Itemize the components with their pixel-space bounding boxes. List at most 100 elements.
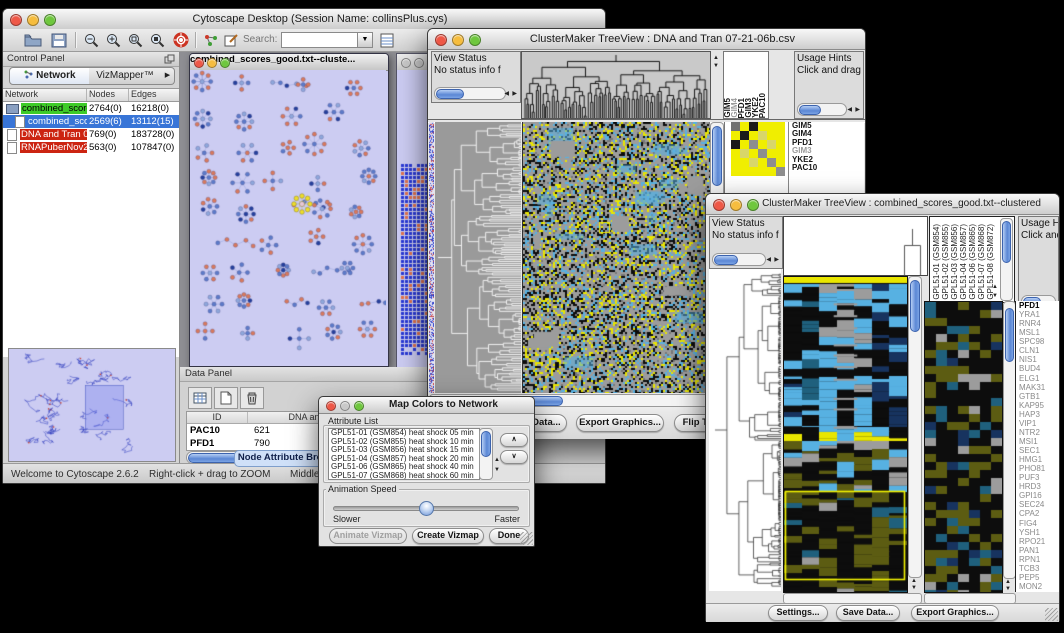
matrix-cell[interactable] bbox=[767, 158, 776, 167]
row-label[interactable]: PAC10 bbox=[792, 164, 862, 172]
gene-label[interactable]: MAK31 bbox=[1016, 383, 1059, 392]
gene-label[interactable]: GPI16 bbox=[1016, 491, 1059, 500]
selection-strip[interactable] bbox=[429, 122, 434, 393]
create-vizmap-button[interactable]: Create Vizmap bbox=[412, 528, 484, 544]
matrix-cell[interactable] bbox=[776, 140, 785, 149]
treeview1-titlebar[interactable]: ClusterMaker TreeView : DNA and Tran 07-… bbox=[428, 29, 865, 50]
new-attribute-button[interactable] bbox=[214, 387, 238, 409]
minimize-icon[interactable] bbox=[414, 58, 424, 68]
gene-label[interactable]: MSI1 bbox=[1016, 437, 1059, 446]
matrix-cell[interactable] bbox=[767, 140, 776, 149]
minimize-icon[interactable] bbox=[207, 58, 217, 68]
gene-label[interactable]: MON2 bbox=[1016, 582, 1059, 591]
dialog-titlebar[interactable]: Map Colors to Network bbox=[319, 397, 534, 414]
settings-button[interactable]: Settings... bbox=[768, 605, 828, 621]
help-button[interactable] bbox=[171, 31, 191, 49]
close-icon[interactable] bbox=[326, 401, 336, 411]
gene-label[interactable]: BUD4 bbox=[1016, 364, 1059, 373]
gene-label[interactable]: SEC1 bbox=[1016, 446, 1059, 455]
tab-vizmapper[interactable]: VizMapper™ bbox=[89, 67, 162, 85]
matrix-cell[interactable] bbox=[767, 131, 776, 140]
network-canvas[interactable] bbox=[190, 70, 386, 364]
column-dendrogram[interactable] bbox=[521, 51, 711, 119]
minimize-icon[interactable] bbox=[452, 34, 464, 46]
gene-label[interactable]: PHO81 bbox=[1016, 464, 1059, 473]
animation-speed-slider[interactable] bbox=[333, 501, 519, 515]
matrix-cell[interactable] bbox=[731, 167, 740, 176]
attribute-item[interactable]: GPL51-07 (GSM868) heat shock 60 min bbox=[329, 472, 479, 480]
view-status-scrollbar[interactable] bbox=[434, 87, 506, 100]
tab-network[interactable]: Network bbox=[9, 67, 91, 85]
gene-label[interactable]: RPN1 bbox=[1016, 555, 1059, 564]
matrix-cell[interactable] bbox=[758, 158, 767, 167]
network-overview-canvas[interactable] bbox=[9, 349, 173, 459]
scroll-right-icon[interactable]: ▶ bbox=[512, 91, 517, 97]
delete-attribute-button[interactable] bbox=[240, 387, 264, 409]
matrix-cell[interactable] bbox=[731, 140, 740, 149]
gene-label[interactable]: RPO21 bbox=[1016, 537, 1059, 546]
column-label[interactable]: PAC10 bbox=[759, 93, 766, 118]
gene-label[interactable]: PUF3 bbox=[1016, 473, 1059, 482]
main-titlebar[interactable]: Cytoscape Desktop (Session Name: collins… bbox=[3, 9, 605, 30]
scroll-up-icon[interactable]: ▲ bbox=[992, 284, 998, 290]
gene-label[interactable]: SPC98 bbox=[1016, 337, 1059, 346]
close-icon[interactable] bbox=[435, 34, 447, 46]
gene-label[interactable]: NIS1 bbox=[1016, 355, 1059, 364]
matrix-cell[interactable] bbox=[749, 140, 758, 149]
heatmap-global[interactable] bbox=[783, 276, 908, 593]
scroll-down-icon[interactable]: ▼ bbox=[494, 467, 500, 473]
matrix-cell[interactable] bbox=[758, 131, 767, 140]
matrix-cell[interactable] bbox=[749, 131, 758, 140]
scroll-right-icon[interactable]: ▶ bbox=[855, 107, 860, 113]
zoom-window-icon[interactable] bbox=[220, 58, 230, 68]
gene-label[interactable]: NTR2 bbox=[1016, 428, 1059, 437]
usage-hints-scrollbar[interactable] bbox=[797, 103, 847, 116]
network-overview-panel[interactable] bbox=[8, 348, 176, 462]
matrix-cell[interactable] bbox=[731, 158, 740, 167]
matrix-cell[interactable] bbox=[776, 158, 785, 167]
export-graphics-button[interactable]: Export Graphics... bbox=[576, 414, 664, 432]
matrix-cell[interactable] bbox=[731, 131, 740, 140]
gene-label[interactable]: HMG1 bbox=[1016, 455, 1059, 464]
matrix-cell[interactable] bbox=[749, 158, 758, 167]
minimize-icon[interactable] bbox=[730, 199, 742, 211]
close-icon[interactable] bbox=[194, 58, 204, 68]
resize-grip[interactable] bbox=[1045, 608, 1058, 621]
gene-label[interactable]: PEP5 bbox=[1016, 573, 1059, 582]
matrix-cell[interactable] bbox=[749, 167, 758, 176]
save-session-button[interactable] bbox=[49, 31, 69, 49]
export-graphics-button[interactable]: Export Graphics... bbox=[911, 605, 999, 621]
column-dendrogram[interactable] bbox=[783, 216, 928, 276]
scroll-up-icon[interactable]: ▲ bbox=[494, 457, 500, 463]
gene-label[interactable]: GTB1 bbox=[1016, 392, 1059, 401]
minimize-icon[interactable] bbox=[340, 401, 350, 411]
view-status-scrollbar[interactable] bbox=[712, 253, 766, 266]
zoom-selected-button[interactable] bbox=[125, 31, 145, 49]
matrix-cell[interactable] bbox=[767, 149, 776, 158]
animate-vizmap-button[interactable]: Animate Vizmap bbox=[329, 528, 407, 544]
matrix-cell[interactable] bbox=[740, 131, 749, 140]
column-label[interactable]: GPL51-07 (GSM868) bbox=[977, 224, 986, 300]
column-labels-scrollbar[interactable] bbox=[1000, 218, 1013, 301]
move-up-button[interactable]: ∧ bbox=[500, 433, 528, 447]
heatmap-vscrollbar[interactable] bbox=[908, 276, 922, 578]
gene-label[interactable]: FIG4 bbox=[1016, 519, 1059, 528]
scroll-down-icon[interactable]: ▼ bbox=[1005, 586, 1011, 592]
network-frame-titlebar[interactable]: combined_scores_good.txt--cluste... bbox=[190, 54, 388, 71]
tab-overflow-button[interactable]: ▶ bbox=[161, 67, 175, 85]
gene-label[interactable]: YSH1 bbox=[1016, 528, 1059, 537]
gene-label[interactable]: HAP3 bbox=[1016, 410, 1059, 419]
matrix-cell[interactable] bbox=[776, 131, 785, 140]
move-down-button[interactable]: ∨ bbox=[500, 450, 528, 464]
matrix-cell[interactable] bbox=[740, 149, 749, 158]
matrix-cell[interactable] bbox=[731, 122, 740, 131]
scroll-left-icon[interactable]: ◀ bbox=[766, 257, 771, 263]
save-data-button[interactable]: Save Data... bbox=[836, 605, 900, 621]
annotation-button[interactable] bbox=[221, 31, 241, 49]
search-dropdown-button[interactable]: ▼ bbox=[357, 32, 373, 48]
matrix-cell[interactable] bbox=[740, 140, 749, 149]
network-row[interactable]: combined_scores 2764(0) 16218(0) bbox=[3, 102, 179, 115]
slider-thumb[interactable] bbox=[419, 501, 434, 516]
matrix-cell[interactable] bbox=[767, 167, 776, 176]
search-input[interactable] bbox=[281, 32, 359, 48]
